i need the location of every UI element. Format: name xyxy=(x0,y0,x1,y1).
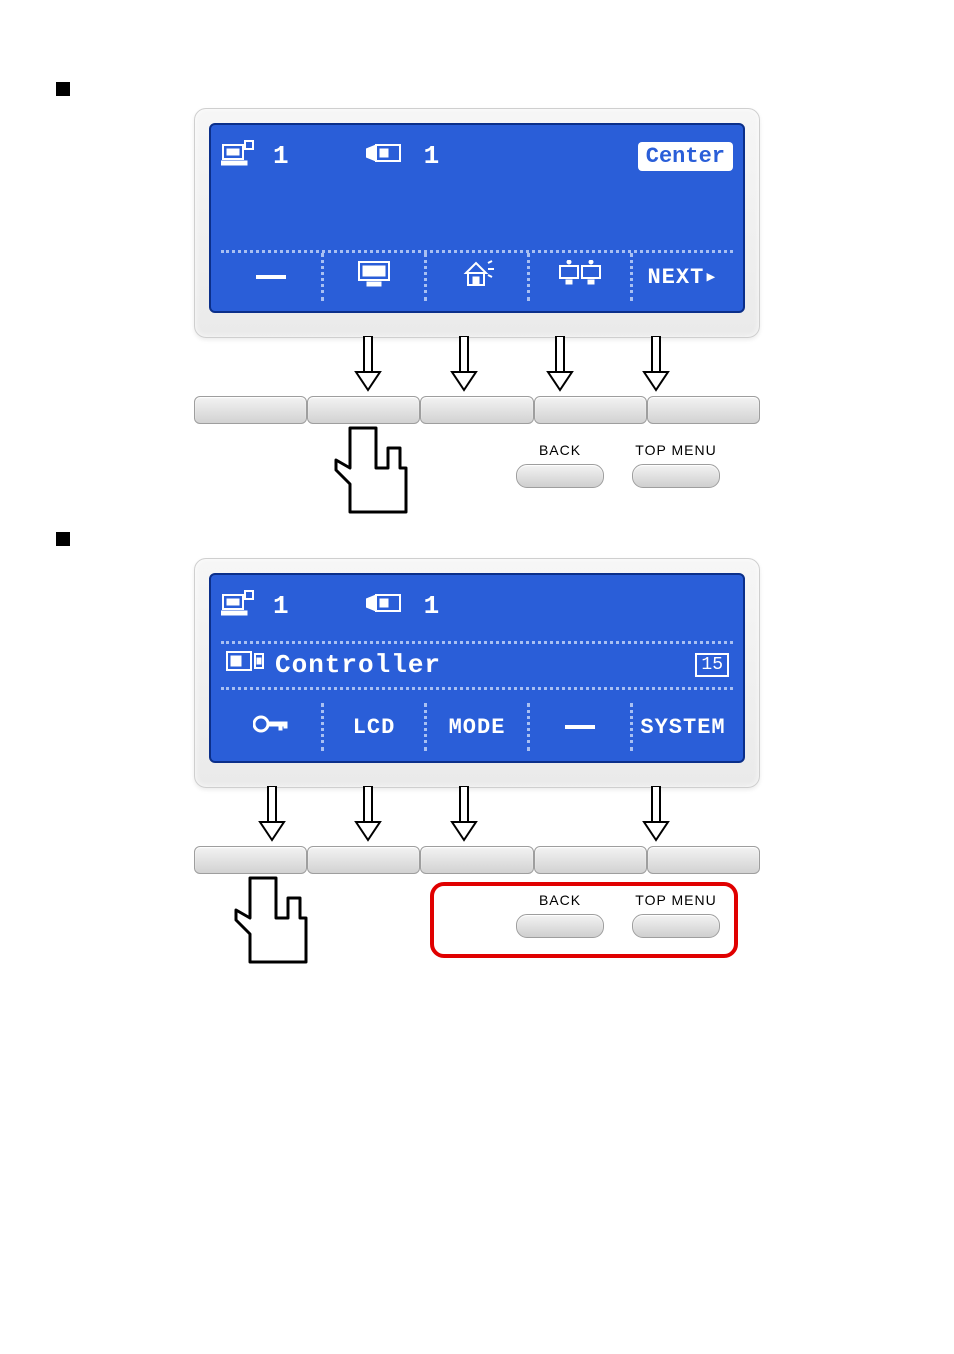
hand-pointer-icon xyxy=(324,422,414,532)
controller-device-icon xyxy=(225,648,265,683)
softkey-button-5[interactable] xyxy=(647,846,760,874)
home-signal-icon xyxy=(458,259,496,295)
controller-row-number: 15 xyxy=(695,653,729,677)
top-menu-button-group: TOP MENU xyxy=(632,892,720,938)
softkey-button-3[interactable] xyxy=(420,846,533,874)
back-button-label: BACK xyxy=(539,892,581,908)
softkey-label-3 xyxy=(427,253,530,301)
back-button[interactable] xyxy=(516,914,604,938)
softkey-label-4 xyxy=(530,253,633,301)
lcd-screen: 1 1 Center xyxy=(209,123,745,313)
softkey-label-2 xyxy=(324,253,427,301)
softkey-label-1 xyxy=(221,253,324,301)
back-button[interactable] xyxy=(516,464,604,488)
softkey-button-4[interactable] xyxy=(534,846,647,874)
softkey-label-4 xyxy=(530,703,633,751)
bullet-item-1 xyxy=(56,78,914,96)
device-panel-1: 1 1 Center xyxy=(40,108,914,488)
camera-icon xyxy=(366,591,406,622)
top-menu-button-label: TOP MENU xyxy=(635,892,716,908)
softkey-button-5[interactable] xyxy=(647,396,760,424)
softkey-label-5: SYSTEM xyxy=(633,703,733,751)
lcd-softkey-row: LCD MODE SYSTEM xyxy=(221,703,733,751)
arrow-down-icon xyxy=(450,786,478,842)
lcd-controller-row: Controller 15 xyxy=(221,641,733,690)
softkey-button-4[interactable] xyxy=(534,396,647,424)
arrow-down-icon xyxy=(258,786,286,842)
softkey-label-1 xyxy=(221,703,324,751)
square-bullet-icon xyxy=(56,82,70,96)
controller-icon xyxy=(221,139,255,174)
dual-monitor-icon xyxy=(558,260,602,294)
device-bezel: 1 1 Center xyxy=(194,108,760,338)
softkey-button-row xyxy=(194,396,760,424)
bullet-item-2 xyxy=(56,528,914,546)
top-menu-button[interactable] xyxy=(632,914,720,938)
back-button-label: BACK xyxy=(539,442,581,458)
center-badge: Center xyxy=(638,142,733,171)
arrow-row xyxy=(194,788,760,846)
arrow-down-icon xyxy=(450,336,478,392)
top-menu-button-group: TOP MENU xyxy=(632,442,720,488)
key-icon xyxy=(253,713,289,741)
arrow-down-icon xyxy=(642,336,670,392)
back-button-group: BACK xyxy=(516,892,604,938)
device-bezel: 1 1 Controller 15 xyxy=(194,558,760,788)
softkey-button-1[interactable] xyxy=(194,396,307,424)
softkey-label-3: MODE xyxy=(427,703,530,751)
top-menu-button[interactable] xyxy=(632,464,720,488)
device-panel-2: 1 1 Controller 15 xyxy=(40,558,914,938)
softkey-label-5: NEXT▸ xyxy=(633,253,733,301)
back-button-group: BACK xyxy=(516,442,604,488)
softkey-button-1[interactable] xyxy=(194,846,307,874)
softkey-button-2[interactable] xyxy=(307,396,420,424)
square-bullet-icon xyxy=(56,532,70,546)
physical-button-row: BACK TOP MENU xyxy=(194,892,760,938)
lcd-screen: 1 1 Controller 15 xyxy=(209,573,745,763)
softkey-button-2[interactable] xyxy=(307,846,420,874)
controller-icon xyxy=(221,589,255,624)
camera-number: 1 xyxy=(424,591,441,621)
hand-pointer-icon xyxy=(224,872,314,982)
device-number: 1 xyxy=(273,591,290,621)
softkey-button-3[interactable] xyxy=(420,396,533,424)
lcd-status-row: 1 1 xyxy=(221,585,733,627)
arrow-down-icon xyxy=(642,786,670,842)
device-number: 1 xyxy=(273,141,290,171)
camera-number: 1 xyxy=(424,141,441,171)
arrow-down-icon xyxy=(354,786,382,842)
arrow-down-icon xyxy=(546,336,574,392)
controller-row-title: Controller xyxy=(275,650,441,680)
softkey-label-2: LCD xyxy=(324,703,427,751)
softkey-button-row xyxy=(194,846,760,874)
lcd-status-row: 1 1 Center xyxy=(221,135,733,177)
lcd-softkey-row: NEXT▸ xyxy=(221,250,733,301)
top-menu-button-label: TOP MENU xyxy=(635,442,716,458)
physical-button-row: BACK TOP MENU xyxy=(194,442,760,488)
monitor-icon xyxy=(357,260,391,294)
arrow-row xyxy=(194,338,760,396)
camera-icon xyxy=(366,141,406,172)
arrow-down-icon xyxy=(354,336,382,392)
